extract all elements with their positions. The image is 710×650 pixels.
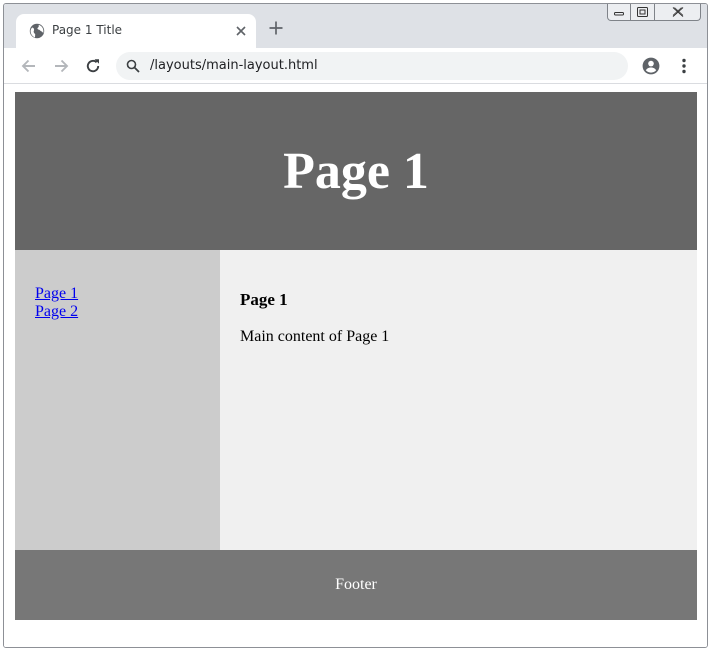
reload-icon[interactable] — [84, 57, 102, 75]
browser-window: Page 1 Title /layouts/main-layout.html P… — [3, 3, 708, 648]
arrow-right-icon[interactable] — [52, 57, 70, 75]
minimize-button[interactable] — [607, 4, 631, 21]
search-icon — [126, 59, 140, 73]
close-tab-icon[interactable] — [234, 24, 248, 38]
footer-text: Footer — [335, 576, 377, 593]
sidebar-nav: Page 1 Page 2 — [15, 250, 220, 550]
restore-button[interactable] — [631, 4, 655, 21]
page-title: Page 1 — [283, 142, 429, 200]
window-controls — [607, 4, 701, 22]
close-window-button[interactable] — [655, 4, 701, 21]
new-tab-icon[interactable] — [268, 20, 284, 36]
nav-link-page-2[interactable]: Page 2 — [35, 303, 220, 321]
tab-strip: Page 1 Title — [4, 4, 707, 48]
tab-title: Page 1 Title — [52, 23, 123, 37]
content-heading: Page 1 — [240, 290, 288, 309]
restore-icon — [637, 7, 648, 17]
content-text: Main content of Page 1 — [240, 328, 390, 345]
page-footer: Footer — [15, 550, 697, 620]
browser-tab[interactable]: Page 1 Title — [16, 14, 256, 48]
page-viewport: Page 1 Page 1 Page 2 Page 1 Main content… — [4, 85, 707, 647]
close-icon — [672, 7, 683, 17]
minimize-icon — [614, 12, 624, 16]
arrow-left-icon[interactable] — [20, 57, 38, 75]
main-content: Page 1 Main content of Page 1 — [220, 250, 697, 550]
account-circle-icon[interactable] — [642, 57, 660, 75]
globe-icon — [29, 23, 45, 39]
browser-toolbar: /layouts/main-layout.html — [4, 48, 707, 84]
page-header: Page 1 — [15, 92, 697, 250]
url-text: /layouts/main-layout.html — [150, 58, 318, 73]
nav-link-page-1[interactable]: Page 1 — [35, 285, 220, 303]
kebab-menu-icon[interactable] — [675, 57, 693, 75]
address-bar[interactable]: /layouts/main-layout.html — [116, 52, 628, 80]
